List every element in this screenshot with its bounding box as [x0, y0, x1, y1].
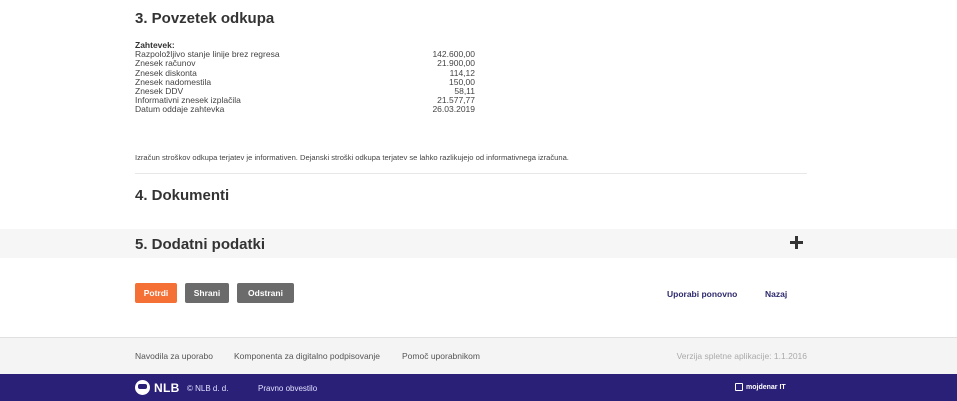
mojdenar-text: mojdenar IT	[746, 383, 786, 391]
mojdenar-brand: mojdenar IT	[735, 383, 786, 391]
summary-table: Zahtevek: Razpoložljivo stanje linije br…	[135, 40, 475, 115]
plus-icon[interactable]	[790, 236, 803, 249]
footer-link-instructions[interactable]: Navodila za uporabo	[135, 351, 213, 361]
confirm-button[interactable]: Potrdi	[135, 283, 177, 303]
section-title-additional-data[interactable]: 5. Dodatni podatki	[135, 236, 265, 253]
mojdenar-icon	[735, 383, 743, 391]
remove-button[interactable]: Odstrani	[237, 283, 294, 303]
summary-label: Datum oddaje zahtevka	[135, 104, 225, 115]
nlb-logo: NLB	[135, 380, 180, 395]
reuse-link[interactable]: Uporabi ponovno	[667, 289, 737, 299]
app-version: Verzija spletne aplikacije: 1.1.2016	[676, 351, 807, 361]
save-button[interactable]: Shrani	[185, 283, 229, 303]
footer-link-help[interactable]: Pomoč uporabnikom	[402, 351, 480, 361]
nlb-logo-text: NLB	[154, 380, 180, 395]
nlb-logo-icon	[135, 380, 150, 395]
back-link[interactable]: Nazaj	[765, 289, 787, 299]
disclaimer-note: Izračun stroškov odkupa terjatev je info…	[135, 153, 569, 162]
footer-link-signing-component[interactable]: Komponenta za digitalno podpisovanje	[234, 351, 380, 361]
legal-notice-link[interactable]: Pravno obvestilo	[258, 384, 317, 393]
divider	[135, 173, 807, 174]
summary-row: Datum oddaje zahtevka 26.03.2019	[135, 105, 475, 114]
summary-row: Znesek nadomestila 150,00	[135, 77, 475, 87]
section-title-summary: 3. Povzetek odkupa	[135, 10, 275, 27]
section-title-documents[interactable]: 4. Dokumenti	[135, 187, 229, 204]
summary-value: 26.03.2019	[432, 104, 475, 115]
copyright-text: © NLB d. d.	[187, 384, 229, 393]
